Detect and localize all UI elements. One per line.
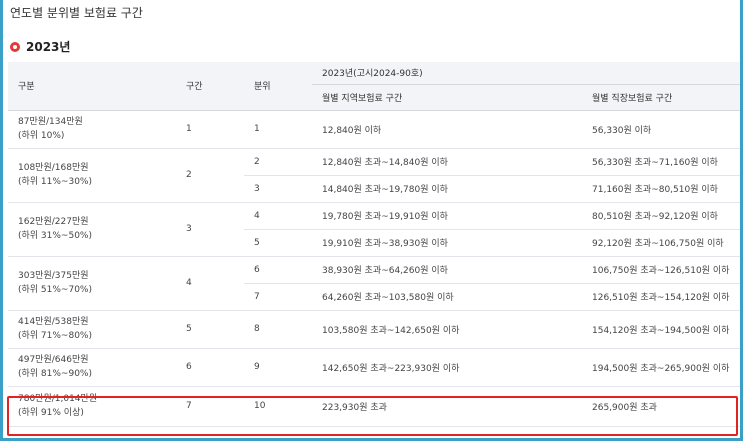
year-heading: 2023년 xyxy=(10,38,70,55)
section-cell: 5 xyxy=(176,310,244,349)
regional-cell: 19,910원 초과~38,930원 이하 xyxy=(312,229,582,257)
regional-cell: 19,780원 초과~19,910원 이하 xyxy=(312,202,582,230)
section-cell: 3 xyxy=(176,202,244,257)
category-cell: 497만원/646만원 (하위 81%~90%) xyxy=(8,348,176,387)
quintile-cell: 1 xyxy=(244,110,312,149)
category-cell: 303만원/375만원 (하위 51%~70%) xyxy=(8,256,176,311)
section-cell: 1 xyxy=(176,110,244,149)
regional-cell: 103,580원 초과~142,650원 이하 xyxy=(312,310,582,349)
bullet-icon xyxy=(10,41,20,52)
premium-table: 구분 구간 분위 2023년(고시2024-90호) 월별 지역보험료 구간 월… xyxy=(8,62,740,427)
quintile-cell: 3 xyxy=(244,175,312,203)
category-cell: 162만원/227만원 (하위 31%~50%) xyxy=(8,202,176,257)
header-section: 구간 xyxy=(176,62,244,111)
section-cell: 2 xyxy=(176,148,244,203)
section-cell: 6 xyxy=(176,348,244,387)
highlight-box xyxy=(7,396,738,436)
workplace-cell: 56,330원 초과~71,160원 이하 xyxy=(582,148,740,176)
workplace-cell: 92,120원 초과~106,750원 이하 xyxy=(582,229,740,257)
header-category: 구분 xyxy=(8,62,176,111)
table-row: 162만원/227만원 (하위 31%~50%) 3 4 19,780원 초과~1… xyxy=(8,202,740,257)
regional-cell: 142,650원 초과~223,930원 이하 xyxy=(312,348,582,387)
year-label: 2023년 xyxy=(26,40,71,54)
workplace-cell: 106,750원 초과~126,510원 이하 xyxy=(582,256,740,284)
category-cell: 108만원/168만원 (하위 11%~30%) xyxy=(8,148,176,203)
quintile-cell: 6 xyxy=(244,256,312,284)
regional-cell: 14,840원 초과~19,780원 이하 xyxy=(312,175,582,203)
category-cell: 87만원/134만원 (하위 10%) xyxy=(8,110,176,149)
workplace-cell: 126,510원 초과~154,120원 이하 xyxy=(582,283,740,311)
regional-cell: 12,840원 초과~14,840원 이하 xyxy=(312,148,582,176)
header-quintile: 분위 xyxy=(244,62,312,111)
table-row: 108만원/168만원 (하위 11%~30%) 2 2 12,840원 초과~1… xyxy=(8,148,740,203)
workplace-cell: 154,120원 초과~194,500원 이하 xyxy=(582,310,740,349)
quintile-cell: 2 xyxy=(244,148,312,176)
section-cell: 4 xyxy=(176,256,244,311)
workplace-cell: 71,160원 초과~80,510원 이하 xyxy=(582,175,740,203)
header-group: 2023년(고시2024-90호) xyxy=(312,62,740,85)
header-regional: 월별 지역보험료 구간 xyxy=(312,84,582,111)
table-row: 87만원/134만원 (하위 10%) 1 1 12,840원 이하 56,330… xyxy=(8,110,740,149)
quintile-cell: 8 xyxy=(244,310,312,349)
table-row: 497만원/646만원 (하위 81%~90%) 6 9 142,650원 초과~… xyxy=(8,348,740,387)
quintile-cell: 9 xyxy=(244,348,312,387)
quintile-cell: 4 xyxy=(244,202,312,230)
workplace-cell: 56,330원 이하 xyxy=(582,110,740,149)
workplace-cell: 194,500원 초과~265,900원 이하 xyxy=(582,348,740,387)
header-workplace: 월별 직장보험료 구간 xyxy=(582,84,740,111)
regional-cell: 38,930원 초과~64,260원 이하 xyxy=(312,256,582,284)
table-row: 303만원/375만원 (하위 51%~70%) 4 6 38,930원 초과~6… xyxy=(8,256,740,311)
page-title: 연도별 분위별 보험료 구간 xyxy=(10,6,143,20)
quintile-cell: 5 xyxy=(244,229,312,257)
regional-cell: 64,260원 초과~103,580원 이하 xyxy=(312,283,582,311)
category-cell: 414만원/538만원 (하위 71%~80%) xyxy=(8,310,176,349)
table-row: 414만원/538만원 (하위 71%~80%) 5 8 103,580원 초과~… xyxy=(8,310,740,349)
regional-cell: 12,840원 이하 xyxy=(312,110,582,149)
workplace-cell: 80,510원 초과~92,120원 이하 xyxy=(582,202,740,230)
quintile-cell: 7 xyxy=(244,283,312,311)
